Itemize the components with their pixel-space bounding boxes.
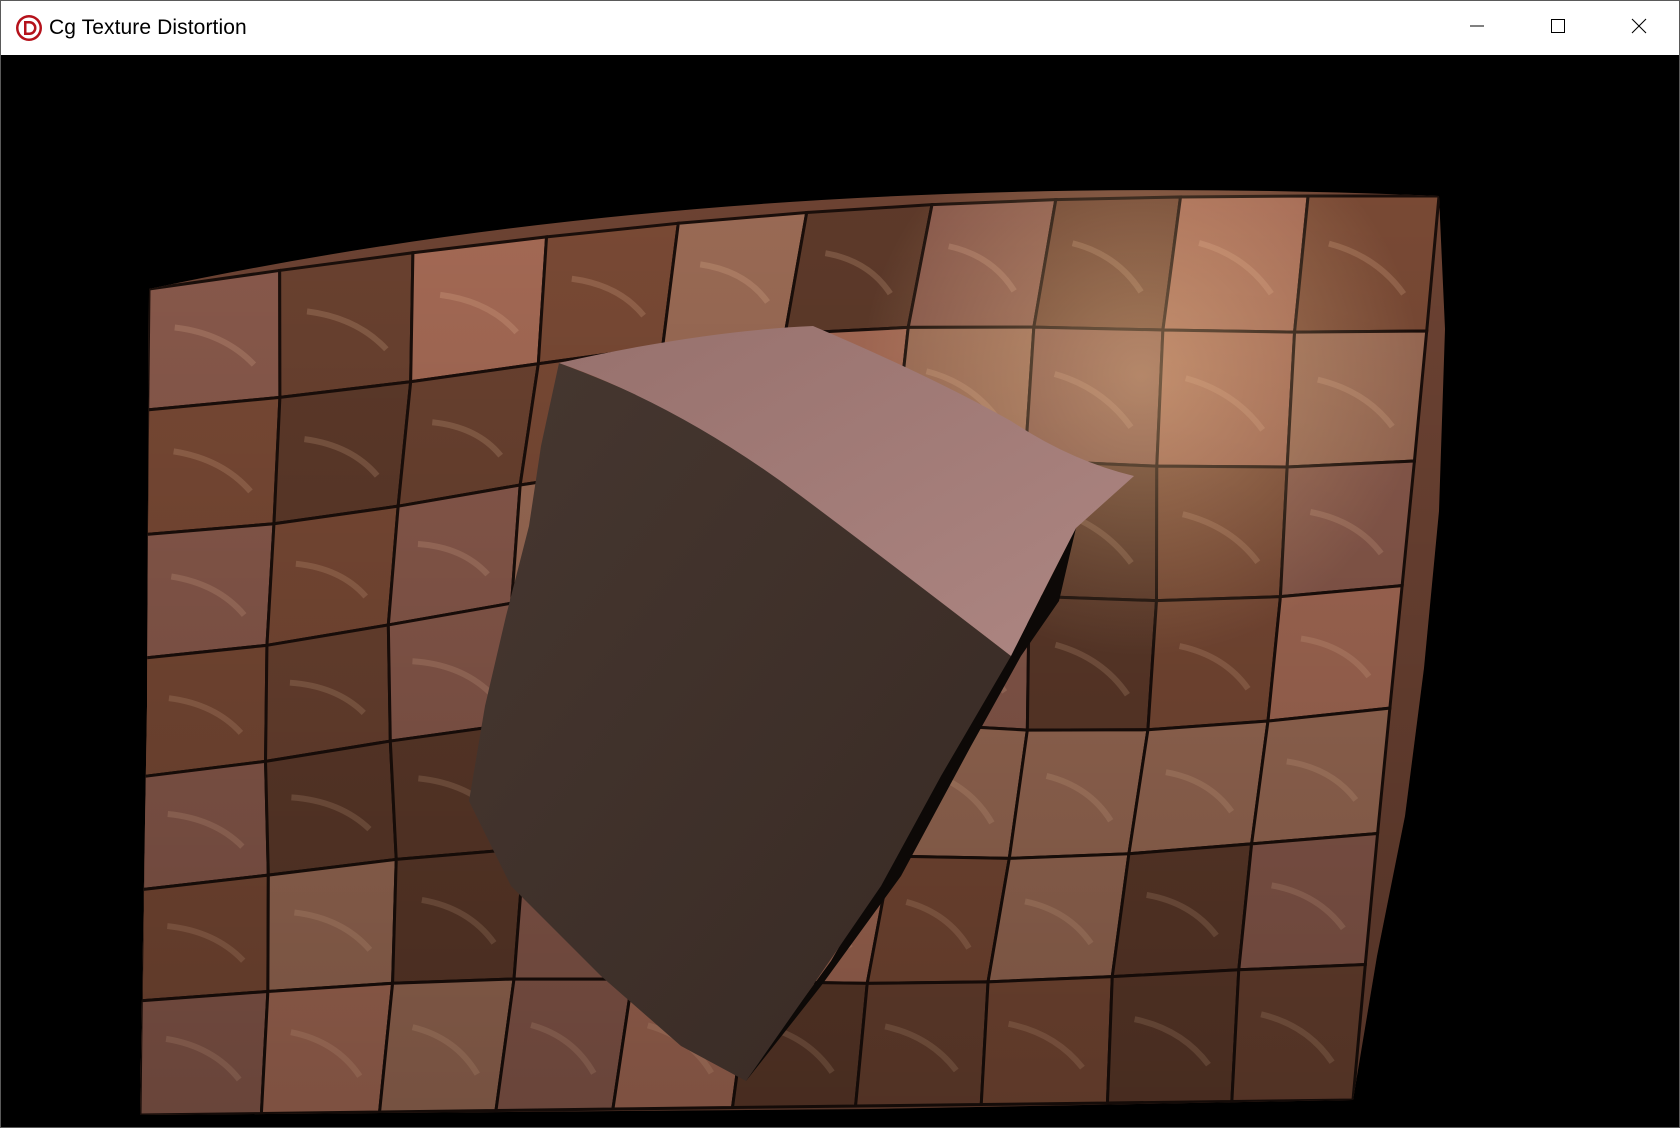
close-icon <box>1631 18 1647 39</box>
minimize-button[interactable] <box>1436 1 1517 55</box>
title-bar[interactable]: Cg Texture Distortion <box>1 1 1679 55</box>
app-window: Cg Texture Distortion <box>0 0 1680 1128</box>
maximize-icon <box>1550 18 1566 39</box>
render-viewport[interactable] <box>1 56 1679 1127</box>
minimize-icon <box>1469 18 1485 39</box>
3d-scene <box>140 190 1445 1115</box>
demo-d-logo-icon[interactable] <box>14 13 44 43</box>
close-button[interactable] <box>1598 1 1679 55</box>
window-controls <box>1436 1 1679 55</box>
window-title: Cg Texture Distortion <box>49 16 247 39</box>
maximize-button[interactable] <box>1517 1 1598 55</box>
